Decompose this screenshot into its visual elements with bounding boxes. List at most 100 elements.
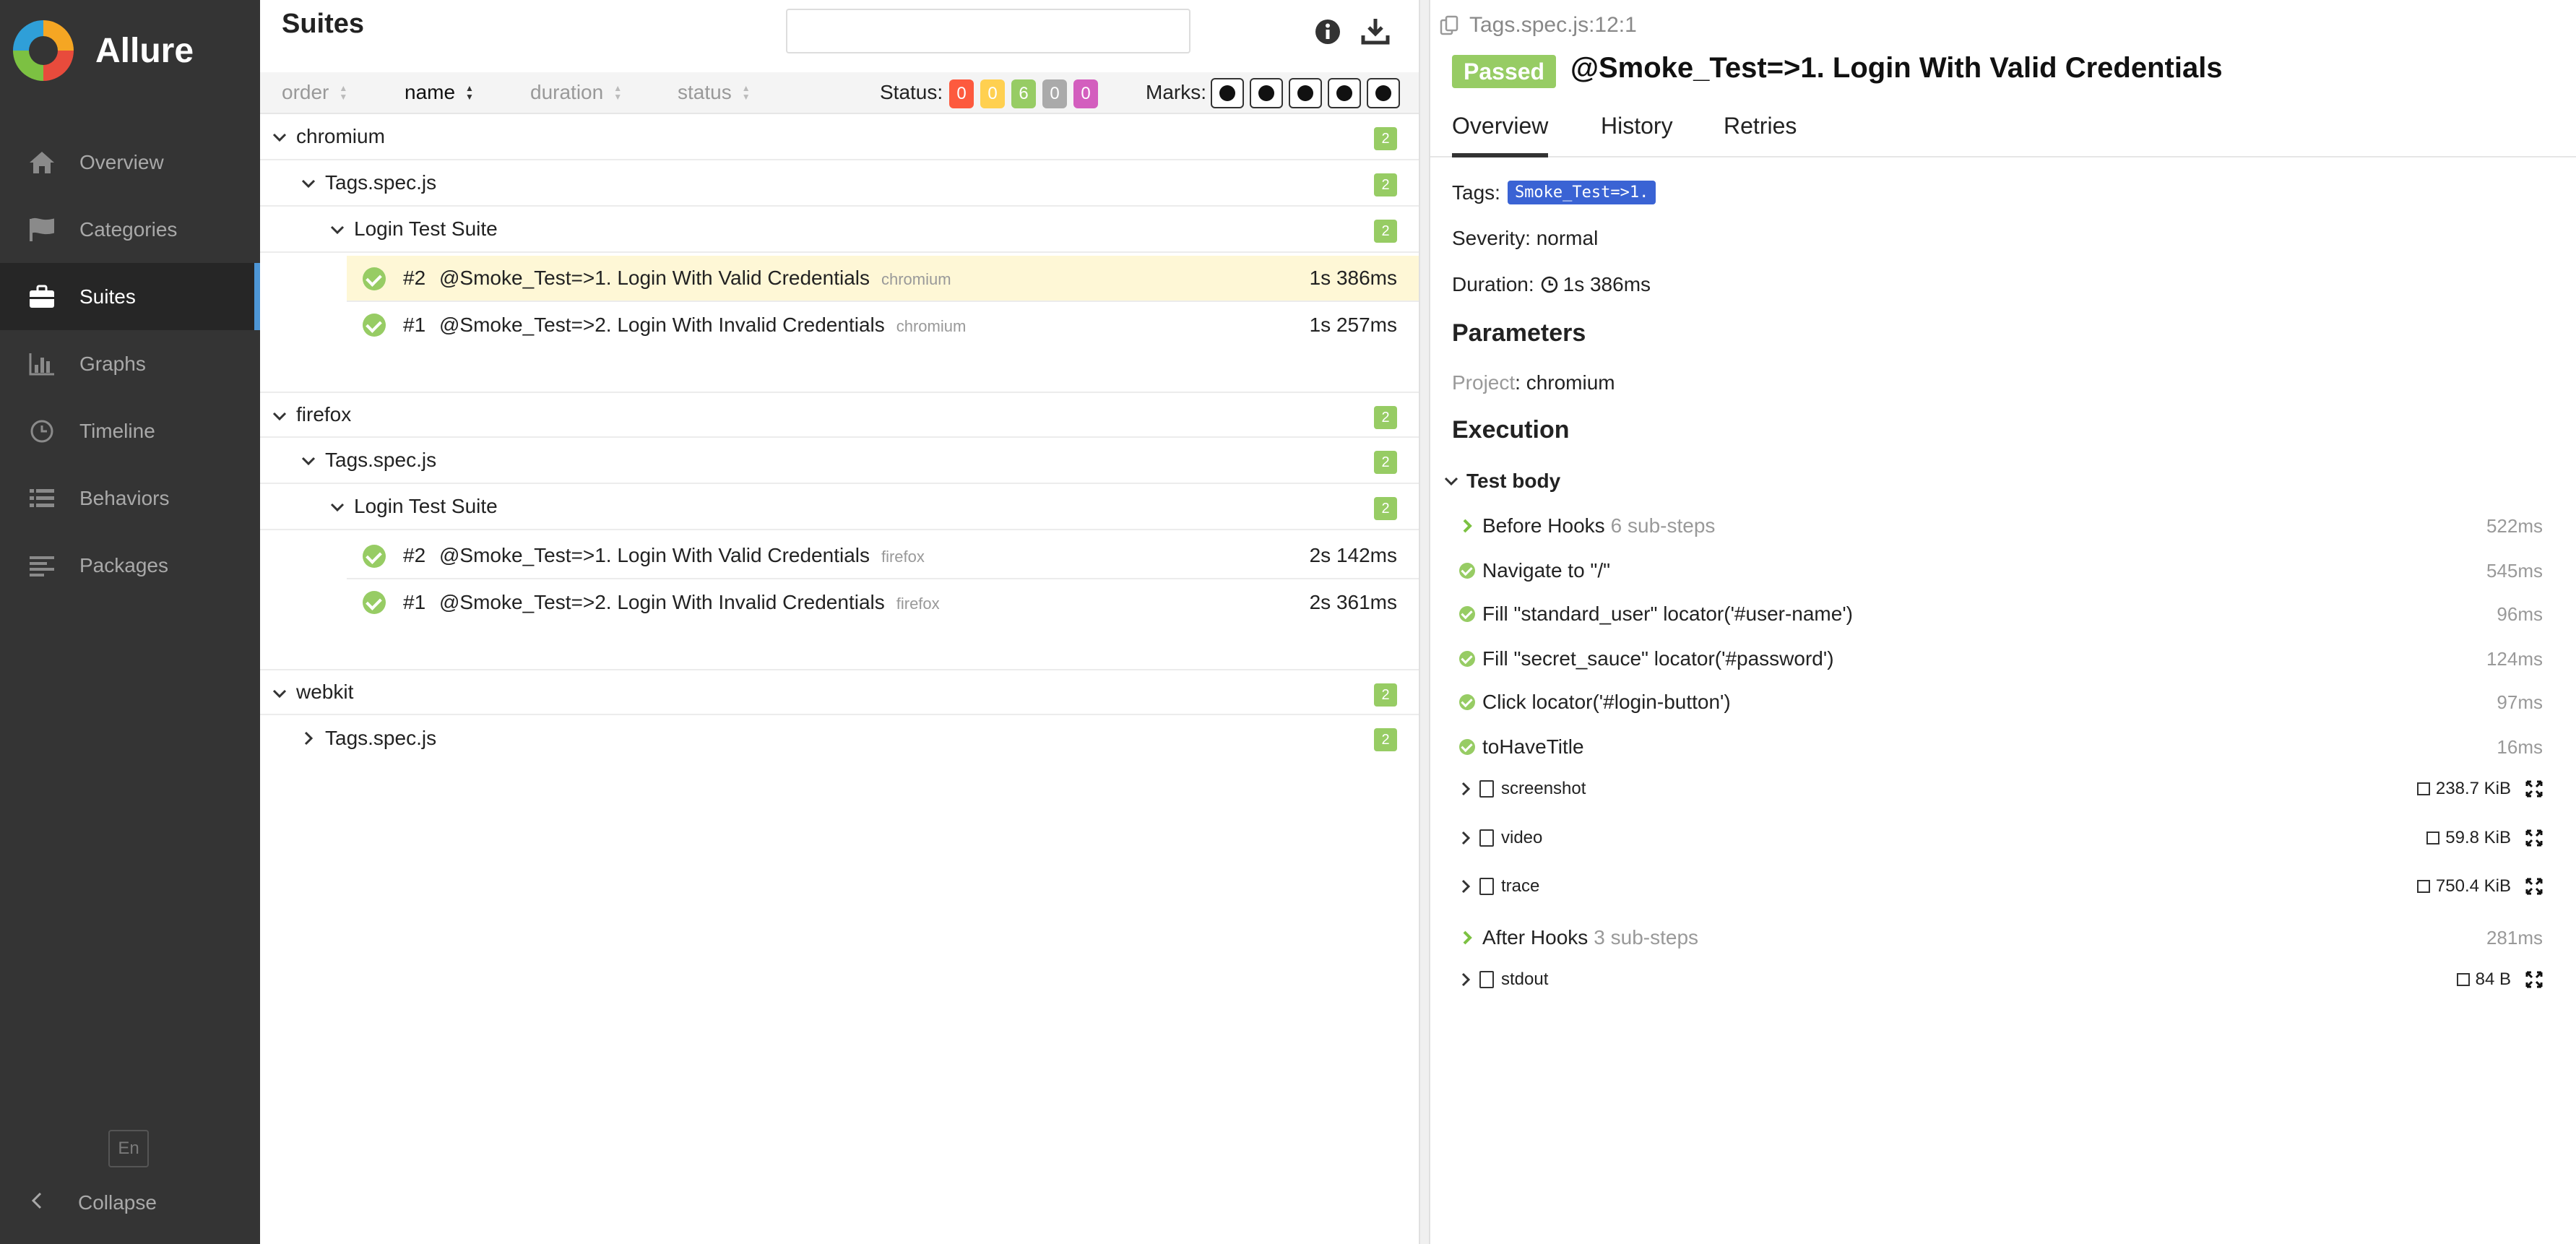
status-filter-passed[interactable]: 6 [1011, 79, 1036, 108]
test-name: @Smoke_Test=>2. Login With Invalid Crede… [439, 314, 967, 336]
after-hooks-step[interactable]: After Hooks 3 sub-steps 281ms [1459, 917, 2543, 958]
mark-new-passed-button[interactable] [1289, 78, 1322, 108]
chevron-left-icon [29, 1191, 43, 1216]
search-input[interactable] [786, 9, 1190, 53]
test-body-toggle[interactable]: Test body [1443, 461, 2527, 501]
chevron-down-icon [272, 133, 287, 142]
duration-field: Duration: 1s 386ms [1452, 273, 1651, 296]
sort-duration[interactable]: duration ▲ ▼ [530, 81, 622, 104]
step-row[interactable]: Fill "secret_sauce" locator('#password')… [1459, 639, 2543, 679]
mark-new-broken-button[interactable] [1328, 78, 1361, 108]
suite-name: Login Test Suite [354, 217, 498, 240]
attachment-row[interactable]: stdout 84 B [1459, 959, 2543, 1000]
chevron-down-icon [272, 412, 287, 421]
attachment-name: screenshot [1501, 779, 1586, 798]
step-row[interactable]: Navigate to "/" 545ms [1459, 550, 2543, 591]
mark-retries-button[interactable] [1367, 78, 1400, 108]
language-selector[interactable]: En [108, 1130, 149, 1167]
step-duration: 124ms [2486, 647, 2543, 670]
sort-order[interactable]: order ▲ ▼ [282, 81, 347, 104]
test-detail-pane: Tags.spec.js:12:1 Passed @Smoke_Test=>1.… [1430, 0, 2576, 1244]
sidebar-item-label: Categories [79, 217, 178, 241]
sidebar-item-packages[interactable]: Packages [0, 532, 260, 599]
sidebar-item-suites[interactable]: Suites [0, 263, 260, 330]
attachment-row[interactable]: video 59.8 KiB [1459, 818, 2543, 858]
sidebar-item-categories[interactable]: Categories [0, 196, 260, 263]
save-icon [2416, 782, 2430, 795]
sidebar-item-label: Graphs [79, 352, 146, 375]
step-label: Fill "secret_sauce" locator('#password') [1482, 647, 1834, 670]
chevron-down-icon [330, 225, 345, 235]
sidebar-item-timeline[interactable]: Timeline [0, 397, 260, 465]
chevron-down-icon [330, 503, 345, 512]
duration-value: 1s 386ms [1563, 273, 1651, 295]
tree-group-webkit[interactable]: webkit 2 [260, 669, 1419, 715]
check-circle-icon [1297, 85, 1313, 101]
passed-status-icon [363, 545, 386, 568]
briefcase-icon [27, 285, 56, 309]
tree-group-chromium[interactable]: chromium 2 [260, 114, 1419, 160]
brand-name: Allure [95, 31, 194, 70]
status-filter-unknown[interactable]: 0 [1073, 79, 1098, 108]
test-row[interactable]: #2 @Smoke_Test=>1. Login With Valid Cred… [347, 533, 1419, 579]
tab-overview[interactable]: Overview [1452, 113, 1549, 157]
chevron-right-icon [1461, 831, 1471, 845]
times-circle-icon [1258, 85, 1274, 101]
passed-status-icon [1459, 606, 1475, 622]
passed-status-icon [1459, 563, 1475, 579]
sidebar-item-graphs[interactable]: Graphs [0, 330, 260, 397]
expand-icon[interactable] [2525, 971, 2543, 988]
sort-status[interactable]: status ▲ ▼ [678, 81, 751, 104]
copy-icon[interactable] [1439, 14, 1459, 36]
attachment-row[interactable]: screenshot 238.7 KiB [1459, 769, 2543, 809]
test-param: chromium [881, 270, 951, 288]
pane-splitter[interactable] [1419, 0, 1430, 1244]
test-order: #1 [403, 314, 426, 336]
mark-flaky-button[interactable] [1211, 78, 1244, 108]
status-filter-broken[interactable]: 0 [980, 79, 1005, 108]
info-icon[interactable] [1312, 16, 1344, 48]
sort-name[interactable]: name ▲ ▼ [405, 81, 474, 104]
tree-file-chromium[interactable]: Tags.spec.js 2 [260, 160, 1419, 207]
save-icon [2456, 973, 2470, 986]
tree-file-firefox[interactable]: Tags.spec.js 2 [260, 438, 1419, 484]
sidebar-item-behaviors[interactable]: Behaviors [0, 465, 260, 532]
tree-suite-chromium[interactable]: Login Test Suite 2 [260, 207, 1419, 253]
tab-history[interactable]: History [1601, 113, 1673, 157]
status-filter-skipped[interactable]: 0 [1042, 79, 1067, 108]
tree-suite-firefox[interactable]: Login Test Suite 2 [260, 484, 1419, 530]
before-hooks-step[interactable]: Before Hooks 6 sub-steps 522ms [1459, 506, 2543, 546]
step-row[interactable]: toHaveTitle 16ms [1459, 727, 2543, 767]
test-row[interactable]: #1 @Smoke_Test=>2. Login With Invalid Cr… [347, 302, 1419, 348]
sidebar: Allure Overview Categories Suites Graphs… [0, 0, 260, 1244]
step-row[interactable]: Click locator('#login-button') 97ms [1459, 682, 2543, 722]
collapse-button[interactable]: Collapse [29, 1185, 157, 1221]
test-row[interactable]: #1 @Smoke_Test=>2. Login With Invalid Cr… [347, 579, 1419, 626]
breadcrumb-text: Tags.spec.js:12:1 [1469, 13, 1637, 37]
save-icon [2416, 880, 2430, 893]
tab-retries[interactable]: Retries [1724, 113, 1797, 157]
passed-status-icon [363, 314, 386, 337]
expand-icon[interactable] [2525, 878, 2543, 895]
severity-field: Severity: normal [1452, 227, 1599, 249]
breadcrumb: Tags.spec.js:12:1 [1439, 13, 1637, 38]
expand-icon[interactable] [2525, 829, 2543, 847]
test-duration: 2s 361ms [1309, 591, 1397, 613]
step-row[interactable]: Fill "standard_user" locator('#user-name… [1459, 594, 2543, 634]
status-filter-failed[interactable]: 0 [949, 79, 974, 108]
sidebar-item-label: Suites [79, 285, 136, 308]
mark-new-failed-button[interactable] [1250, 78, 1283, 108]
chevron-down-icon [301, 179, 316, 189]
list-icon [27, 486, 56, 511]
sidebar-item-overview[interactable]: Overview [0, 129, 260, 196]
expand-icon[interactable] [2525, 780, 2543, 798]
brand[interactable]: Allure [0, 0, 260, 101]
group-name: chromium [296, 125, 385, 147]
test-row[interactable]: #2 @Smoke_Test=>1. Login With Valid Cred… [347, 256, 1419, 302]
attachment-row[interactable]: trace 750.4 KiB [1459, 866, 2543, 907]
file-icon [1479, 878, 1494, 895]
marks-label: Marks: [1146, 81, 1206, 103]
tree-file-webkit[interactable]: Tags.spec.js 2 [260, 715, 1419, 761]
tree-group-firefox[interactable]: firefox 2 [260, 392, 1419, 438]
download-icon[interactable] [1360, 16, 1391, 48]
